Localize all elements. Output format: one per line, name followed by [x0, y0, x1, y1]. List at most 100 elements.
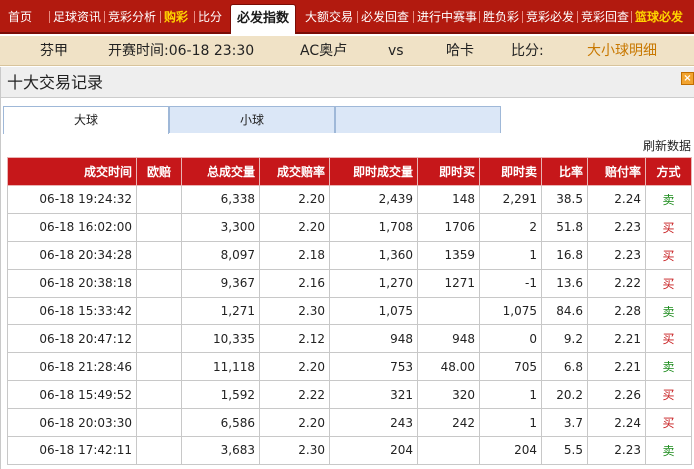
table-cell: 2.12 — [259, 324, 330, 354]
trade-table-wrapper: 成交时间 欧赔 总成交量 成交赔率 即时成交量 即时买 即时卖 比率 赔付率 方式 06-18 1… — [7, 157, 692, 465]
table-cell: 2,439 — [329, 185, 418, 214]
column-header[interactable]: 方式 — [645, 157, 692, 186]
table-cell: 1,592 — [181, 380, 260, 410]
trade-direction-cell: 卖 — [645, 185, 692, 214]
table-cell: 6,338 — [181, 185, 260, 214]
table-cell: 2.20 — [259, 185, 330, 214]
column-header[interactable]: 欧赔 — [136, 157, 182, 186]
column-header[interactable]: 成交赔率 — [259, 157, 330, 186]
table-cell: 2.20 — [259, 212, 330, 242]
nav-betfair-review[interactable]: 必发回查 — [361, 0, 409, 34]
nav-basketball-betfair[interactable]: 篮球必发 — [635, 0, 683, 34]
match-away-team: 哈卡 — [446, 43, 474, 59]
table-cell: 2.22 — [259, 380, 330, 410]
table-cell: 2.23 — [587, 240, 646, 270]
table-cell: 320 — [417, 380, 480, 410]
nav-score[interactable]: 比分 — [198, 0, 222, 34]
table-cell: 6.8 — [541, 352, 588, 382]
close-icon[interactable]: × — [681, 72, 694, 85]
nav-divider — [413, 11, 414, 23]
table-cell: 2.23 — [587, 436, 646, 465]
nav-betfair-index[interactable]: 必发指数 — [230, 4, 297, 34]
column-header[interactable]: 即时成交量 — [329, 157, 418, 186]
table-cell: 1,270 — [329, 268, 418, 298]
table-cell: 2.16 — [259, 268, 330, 298]
trade-direction-cell: 买 — [645, 268, 692, 298]
table-row: 06-18 21:28:46 11,118 2.20 753 48.00 705 6.8 2.… — [7, 352, 692, 382]
nav-divider — [104, 11, 105, 23]
table-cell: 48.00 — [417, 352, 480, 382]
table-cell — [136, 240, 182, 270]
nav-live-matches[interactable]: 进行中赛事 — [417, 0, 477, 34]
table-cell: 204 — [479, 436, 542, 465]
refresh-data-link[interactable]: 刷新数据 — [643, 137, 691, 154]
over-under-detail-link[interactable]: 大小球明细 — [587, 36, 657, 66]
table-cell: 2.22 — [587, 268, 646, 298]
table-cell: 06-18 20:34:28 — [7, 240, 137, 270]
nav-divider — [479, 11, 480, 23]
nav-home[interactable]: 首页 — [8, 0, 32, 34]
table-cell: 1 — [479, 240, 542, 270]
table-row: 06-18 20:38:18 9,367 2.16 1,270 1271 -1 13.6 2.… — [7, 268, 692, 298]
match-info-bar: 芬甲 开赛时间:06-18 23:30 AC奥卢 vs 哈卡 比分: 大小球明细 — [0, 36, 694, 66]
tab-under[interactable]: 小球 — [169, 106, 335, 133]
nav-divider — [577, 11, 578, 23]
nav-large-trades[interactable]: 大额交易 — [305, 0, 353, 34]
table-cell: 06-18 21:28:46 — [7, 352, 137, 382]
nav-divider — [357, 11, 358, 23]
table-cell: 321 — [329, 380, 418, 410]
tab-bar: 大球 小球 — [3, 106, 501, 134]
table-cell — [136, 408, 182, 438]
column-header[interactable]: 即时卖 — [479, 157, 542, 186]
match-league: 芬甲 — [40, 43, 68, 59]
table-cell: 5.5 — [541, 436, 588, 465]
table-cell: 06-18 20:03:30 — [7, 408, 137, 438]
table-cell: 1,271 — [181, 296, 260, 326]
table-cell: 1,075 — [479, 296, 542, 326]
table-cell — [417, 296, 480, 326]
tab-empty[interactable] — [335, 106, 501, 133]
table-cell: 753 — [329, 352, 418, 382]
table-cell: 9.2 — [541, 324, 588, 354]
table-cell: 2.30 — [259, 436, 330, 465]
tab-over[interactable]: 大球 — [3, 106, 169, 134]
table-cell: 1,360 — [329, 240, 418, 270]
nav-win-lose-lottery[interactable]: 胜负彩 — [483, 0, 519, 34]
table-cell — [136, 212, 182, 242]
nav-football-news[interactable]: 足球资讯 — [53, 0, 101, 34]
nav-lottery-betfair[interactable]: 竞彩必发 — [526, 0, 574, 34]
column-header[interactable]: 比率 — [541, 157, 588, 186]
panel-title-text: 十大交易记录 — [7, 73, 104, 92]
table-cell: 06-18 17:42:11 — [7, 436, 137, 465]
table-cell: 2.23 — [587, 212, 646, 242]
table-cell: 06-18 15:49:52 — [7, 380, 137, 410]
table-cell: 2.30 — [259, 296, 330, 326]
nav-lottery-analysis[interactable]: 竞彩分析 — [108, 0, 156, 34]
match-home-team: AC奥卢 — [300, 43, 348, 59]
table-cell: 16.8 — [541, 240, 588, 270]
table-cell: -1 — [479, 268, 542, 298]
table-cell: 38.5 — [541, 185, 588, 214]
trade-direction-cell: 卖 — [645, 296, 692, 326]
column-header[interactable]: 成交时间 — [7, 157, 137, 186]
nav-buy-lottery[interactable]: 购彩 — [164, 0, 188, 34]
table-cell — [136, 296, 182, 326]
table-cell: 1706 — [417, 212, 480, 242]
table-row: 06-18 15:49:52 1,592 2.22 321 320 1 20.2 2.26 买 — [7, 380, 692, 410]
column-header[interactable]: 即时买 — [417, 157, 480, 186]
table-cell: 2.24 — [587, 408, 646, 438]
table-cell: 1,075 — [329, 296, 418, 326]
table-cell: 8,097 — [181, 240, 260, 270]
table-cell: 3.7 — [541, 408, 588, 438]
column-header[interactable]: 赔付率 — [587, 157, 646, 186]
column-header[interactable]: 总成交量 — [181, 157, 260, 186]
table-cell: 0 — [479, 324, 542, 354]
nav-lottery-review[interactable]: 竞彩回查 — [581, 0, 629, 34]
table-cell: 1359 — [417, 240, 480, 270]
table-cell: 06-18 19:24:32 — [7, 185, 137, 214]
table-cell: 9,367 — [181, 268, 260, 298]
table-cell: 2.21 — [587, 352, 646, 382]
trade-table: 成交时间 欧赔 总成交量 成交赔率 即时成交量 即时买 即时卖 比率 赔付率 方式 06-18 1… — [7, 157, 692, 465]
trade-direction-cell: 买 — [645, 324, 692, 354]
table-cell: 148 — [417, 185, 480, 214]
